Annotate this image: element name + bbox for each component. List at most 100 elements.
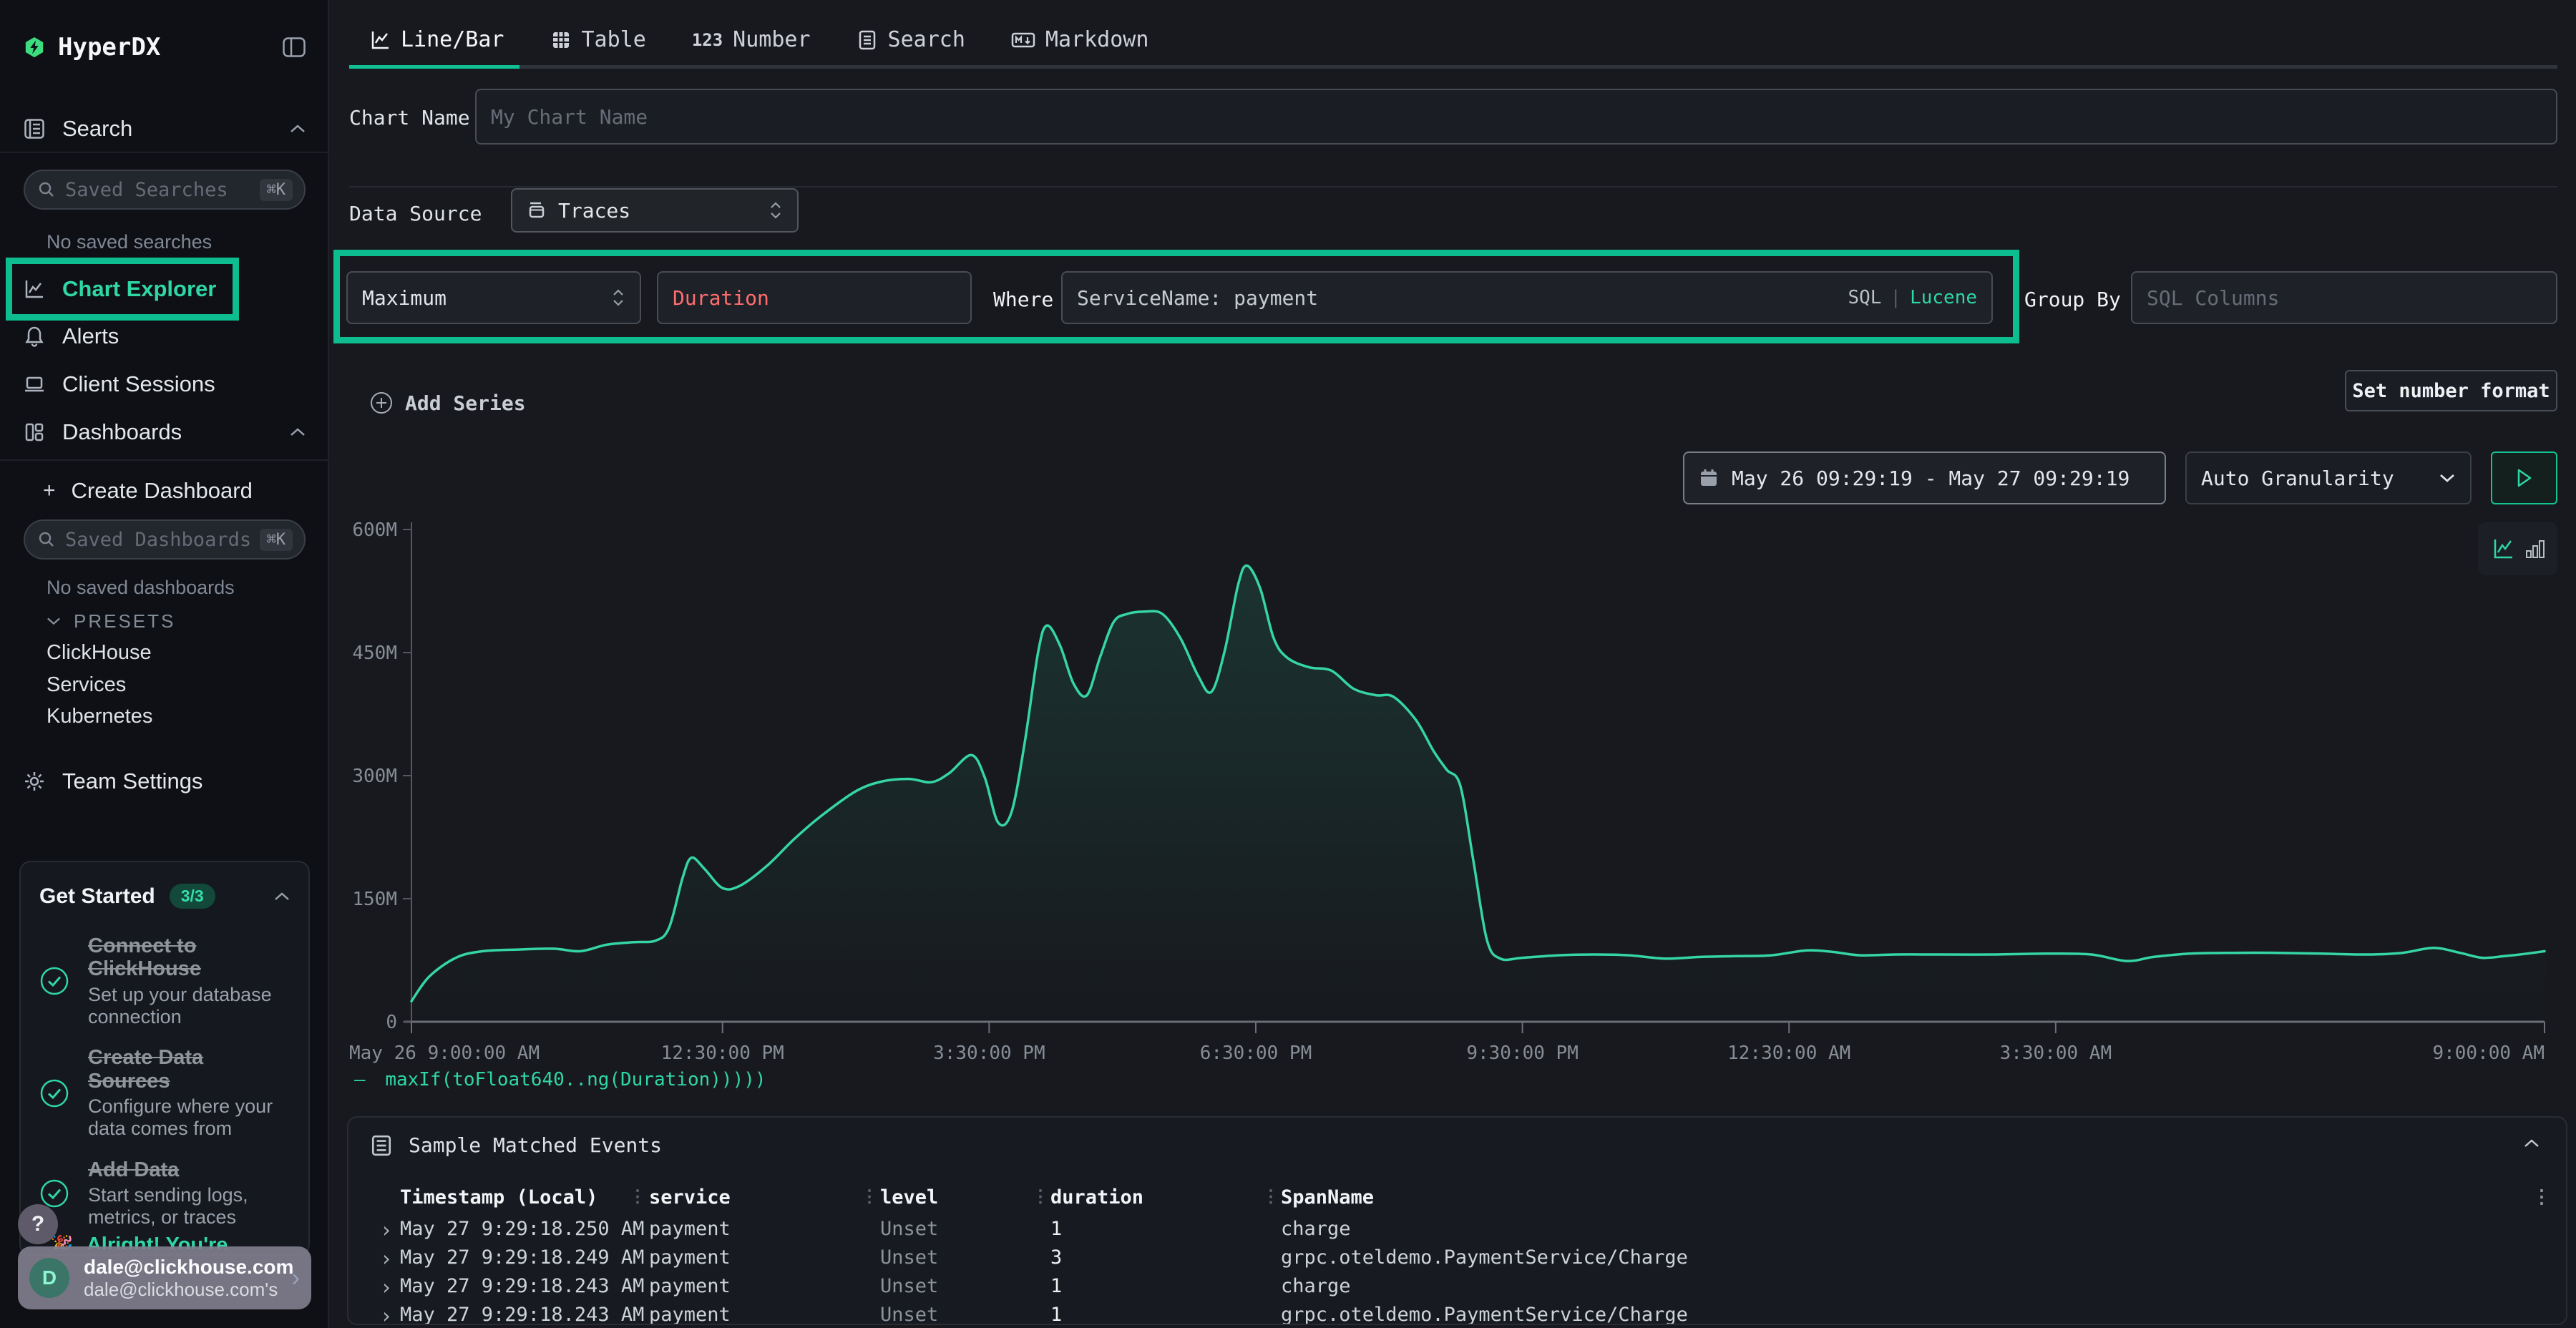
where-input[interactable]: [1077, 286, 1836, 310]
gear-icon: [24, 771, 45, 792]
sidebar-item-team-settings[interactable]: Team Settings: [0, 766, 329, 797]
data-source-select[interactable]: Traces: [511, 188, 799, 233]
sidebar-item-client-sessions[interactable]: Client Sessions: [0, 368, 329, 400]
column-handle-icon[interactable]: ⋮: [1032, 1186, 1049, 1206]
date-range-value: May 26 09:29:19 - May 27 09:29:19: [1732, 467, 2129, 490]
saved-searches-search[interactable]: ⌘K: [24, 170, 306, 210]
search-icon: [38, 531, 55, 548]
chart-legend[interactable]: — maxIf(toFloat640..ng(Duration))))): [354, 1069, 766, 1090]
lucene-mode-toggle[interactable]: Lucene: [1910, 287, 1977, 308]
col-level[interactable]: level: [880, 1186, 938, 1209]
col-service[interactable]: service: [649, 1186, 731, 1209]
help-button[interactable]: ?: [18, 1204, 58, 1244]
col-duration[interactable]: duration: [1050, 1186, 1143, 1209]
select-updown-icon: [769, 200, 783, 221]
saved-dashboards-search[interactable]: ⌘K: [24, 519, 306, 560]
chart-display-toggle: [2478, 522, 2557, 575]
chevron-down-icon: [2439, 473, 2456, 483]
calendar-icon: [1699, 468, 1719, 488]
logo-row: HyperDX: [0, 29, 329, 66]
table-row[interactable]: › May 27 9:29:18.243 AM payment Unset 1 …: [348, 1275, 2566, 1304]
expand-row-icon[interactable]: ›: [380, 1275, 392, 1299]
timeseries-chart[interactable]: 0150M300M450M600MMay 26 9:00:00 AM12:30:…: [329, 512, 2576, 1070]
tab-markdown[interactable]: Markdown: [1011, 27, 1149, 52]
chart-name-input[interactable]: [491, 105, 2542, 129]
create-dashboard-button[interactable]: + Create Dashboard: [0, 475, 329, 507]
table-row[interactable]: › May 27 9:29:18.249 AM payment Unset 3 …: [348, 1246, 2566, 1275]
events-panel-header[interactable]: Sample Matched Events: [370, 1133, 662, 1157]
no-saved-dashboards-note: No saved dashboards: [47, 577, 235, 599]
bar-view-icon[interactable]: [2525, 538, 2545, 560]
get-started-item-title: Connect to ClickHouse: [88, 934, 288, 981]
field-value: Duration: [673, 286, 769, 310]
line-view-icon[interactable]: [2491, 537, 2515, 561]
preset-clickhouse[interactable]: ClickHouse: [47, 641, 152, 665]
preset-services[interactable]: Services: [47, 673, 126, 697]
date-range-picker[interactable]: May 26 09:29:19 - May 27 09:29:19: [1683, 451, 2166, 504]
get-started-item-subtitle: Configure where your data comes from: [88, 1095, 290, 1140]
chevron-down-icon: [47, 617, 61, 625]
group-by-field[interactable]: [2131, 271, 2557, 324]
collapse-sidebar-icon[interactable]: [283, 37, 306, 57]
get-started-item-connect[interactable]: Connect to ClickHouse Set up your databa…: [39, 934, 290, 1027]
sample-matched-events-panel: Sample Matched Events Timestamp (Local) …: [347, 1116, 2567, 1325]
granularity-value: Auto Granularity: [2201, 467, 2394, 490]
tab-number[interactable]: 123 Number: [692, 27, 811, 52]
saved-searches-input[interactable]: [65, 179, 260, 201]
table-menu-icon[interactable]: ⋮: [2532, 1186, 2551, 1208]
where-field[interactable]: SQL | Lucene: [1061, 271, 1993, 324]
group-by-label: Group By: [2024, 288, 2121, 311]
svg-text:450M: 450M: [352, 643, 397, 664]
run-query-button[interactable]: [2491, 451, 2557, 504]
select-updown-icon: [611, 287, 625, 308]
sidebar-item-dashboards[interactable]: Dashboards: [0, 416, 329, 448]
get-started-item-add-data[interactable]: Add Data Start sending logs, metrics, or…: [39, 1158, 290, 1229]
user-menu[interactable]: D dale@clickhouse.com dale@clickhouse.co…: [18, 1246, 311, 1309]
no-saved-searches-note: No saved searches: [47, 231, 212, 253]
field-select[interactable]: Duration: [657, 271, 972, 324]
chart-name-field[interactable]: [475, 89, 2557, 145]
svg-text:150M: 150M: [352, 889, 397, 910]
group-by-input[interactable]: [2147, 286, 2542, 310]
col-timestamp[interactable]: Timestamp (Local): [400, 1186, 597, 1209]
sidebar-item-alerts[interactable]: Alerts: [0, 321, 329, 352]
expand-row-icon[interactable]: ›: [380, 1246, 392, 1271]
chart-type-tabbar: Line/Bar Table 123 Number: [329, 0, 2576, 69]
get-started-progress-badge: 3/3: [170, 884, 215, 909]
expand-row-icon[interactable]: ›: [380, 1218, 392, 1242]
column-handle-icon[interactable]: ⋮: [1262, 1186, 1279, 1206]
avatar: D: [29, 1258, 69, 1298]
col-spanname[interactable]: SpanName: [1281, 1186, 1374, 1209]
tab-search[interactable]: Search: [857, 27, 965, 52]
plus-icon: +: [43, 479, 56, 503]
tab-line-bar[interactable]: Line/Bar: [369, 27, 504, 52]
sidebar-alerts-label: Alerts: [62, 323, 119, 349]
events-table-header: Timestamp (Local) ⋮ service ⋮ level ⋮ du…: [348, 1186, 2566, 1218]
presets-toggle[interactable]: PRESETS: [0, 608, 329, 634]
svg-text:12:30:00 PM: 12:30:00 PM: [661, 1043, 784, 1064]
table-row[interactable]: › May 27 9:29:18.243 AM payment Unset 1 …: [348, 1304, 2566, 1325]
sidebar-item-chart-explorer[interactable]: Chart Explorer: [0, 273, 329, 305]
sql-mode-toggle[interactable]: SQL: [1848, 287, 1881, 308]
aggregation-select[interactable]: Maximum: [346, 271, 641, 324]
granularity-select[interactable]: Auto Granularity: [2185, 451, 2472, 504]
add-series-button[interactable]: Add Series: [369, 391, 526, 415]
expand-row-icon[interactable]: ›: [380, 1304, 392, 1325]
chevron-up-icon[interactable]: [274, 892, 290, 901]
get-started-item-title: Add Data: [88, 1158, 260, 1181]
tab-table[interactable]: Table: [550, 27, 646, 52]
svg-text:300M: 300M: [352, 766, 397, 787]
collapse-panel-icon[interactable]: [2524, 1139, 2540, 1148]
sidebar-section-search[interactable]: Search: [0, 114, 329, 143]
column-handle-icon[interactable]: ⋮: [629, 1186, 646, 1206]
set-number-format-button[interactable]: Set number format: [2345, 370, 2557, 411]
team-settings-label: Team Settings: [62, 768, 203, 794]
bell-icon: [24, 326, 45, 347]
laptop-icon: [24, 374, 45, 395]
saved-dashboards-input[interactable]: [65, 529, 260, 551]
get-started-item-sources[interactable]: Create Data Sources Configure where your…: [39, 1046, 290, 1139]
preset-kubernetes[interactable]: Kubernetes: [47, 705, 152, 728]
table-row[interactable]: › May 27 9:29:18.250 AM payment Unset 1 …: [348, 1218, 2566, 1246]
get-started-card: Get Started 3/3 Connect to ClickHouse Se…: [19, 861, 310, 1256]
column-handle-icon[interactable]: ⋮: [861, 1186, 878, 1206]
